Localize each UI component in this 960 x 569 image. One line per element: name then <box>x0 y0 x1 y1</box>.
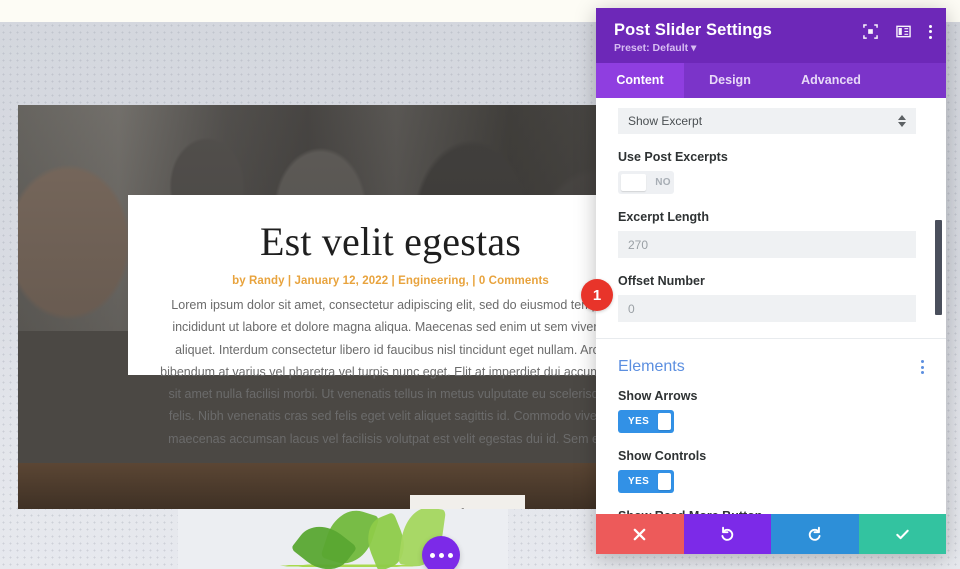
toggle-state-label: YES <box>628 476 650 487</box>
modal-body: Show Excerpt Use Post Excerpts NO Excerp… <box>596 98 946 514</box>
show-controls-label: Show Controls <box>618 449 707 463</box>
tab-design[interactable]: Design <box>684 63 776 98</box>
show-arrows-toggle[interactable]: YES <box>618 410 674 433</box>
content-type-select-value: Show Excerpt <box>628 114 703 128</box>
close-icon <box>633 528 646 540</box>
offset-number-value: 0 <box>628 301 635 316</box>
slide-title: Est velit egestas <box>259 219 522 264</box>
toggle-knob <box>658 413 671 430</box>
ellipsis-icon <box>447 552 453 558</box>
toggle-knob <box>658 473 671 490</box>
module-add-fab[interactable] <box>422 536 460 569</box>
slide-text-card: Est velit egestas by Randy | January 12,… <box>128 195 648 446</box>
slide-meta: by Randy | January 12, 2022 | Engineerin… <box>232 275 549 287</box>
ellipsis-icon <box>438 552 444 558</box>
panel-layout-icon[interactable] <box>896 24 911 39</box>
redo-button[interactable] <box>771 514 859 554</box>
screen: Est velit egestas by Randy | January 12,… <box>0 0 960 569</box>
show-read-more-button-label: Show Read More Button <box>618 509 924 514</box>
modal-header-icons <box>863 24 932 39</box>
toggle-state-label: NO <box>655 177 671 188</box>
content-type-select[interactable]: Show Excerpt <box>618 108 916 134</box>
slide-excerpt: Lorem ipsum dolor sit amet, consectetur … <box>160 298 621 446</box>
modal-footer <box>596 514 946 554</box>
save-button[interactable] <box>858 514 946 554</box>
show-arrows-label: Show Arrows <box>618 389 698 403</box>
excerpt-length-label: Excerpt Length <box>618 210 709 224</box>
use-post-excerpts-label: Use Post Excerpts <box>618 150 728 164</box>
check-icon <box>896 529 909 539</box>
tab-advanced[interactable]: Advanced <box>776 63 886 98</box>
offset-number-input[interactable]: 0 <box>618 295 916 322</box>
ellipsis-icon <box>429 552 435 558</box>
elements-kebab-menu-icon[interactable] <box>921 360 924 374</box>
post-slider-settings-modal: Post Slider Settings Preset: Default ▾ C… <box>596 8 946 554</box>
undo-button[interactable] <box>683 514 771 554</box>
modal-header: Post Slider Settings Preset: Default ▾ <box>596 8 946 63</box>
use-post-excerpts-toggle[interactable]: NO <box>618 171 674 194</box>
step-badge: 1 <box>581 279 613 311</box>
cancel-button[interactable] <box>596 514 684 554</box>
elements-section-title: Elements <box>618 358 685 375</box>
modal-scrollbar-track[interactable] <box>935 98 942 514</box>
modal-tabs: Content Design Advanced <box>596 63 946 98</box>
toggle-knob <box>621 174 647 191</box>
post-slider-module[interactable]: Est velit egestas by Randy | January 12,… <box>18 105 648 509</box>
chevron-updown-icon <box>898 115 906 127</box>
excerpt-length-input[interactable]: 270 <box>618 231 916 258</box>
focus-target-icon[interactable] <box>863 24 878 39</box>
undo-icon <box>721 526 733 541</box>
kebab-menu-icon[interactable] <box>929 24 932 39</box>
offset-number-label: Offset Number <box>618 274 705 288</box>
modal-scrollbar-thumb[interactable] <box>935 220 942 315</box>
preset-selector[interactable]: Preset: Default ▾ <box>614 42 928 54</box>
elements-section-header: Elements <box>618 339 924 389</box>
read-more-button[interactable]: Read More <box>410 495 525 509</box>
toggle-state-label: YES <box>628 416 650 427</box>
slide-photo-desk <box>18 463 648 509</box>
excerpt-length-value: 270 <box>628 237 649 252</box>
tab-content[interactable]: Content <box>596 63 684 98</box>
redo-icon <box>809 526 821 541</box>
show-controls-toggle[interactable]: YES <box>618 470 674 493</box>
